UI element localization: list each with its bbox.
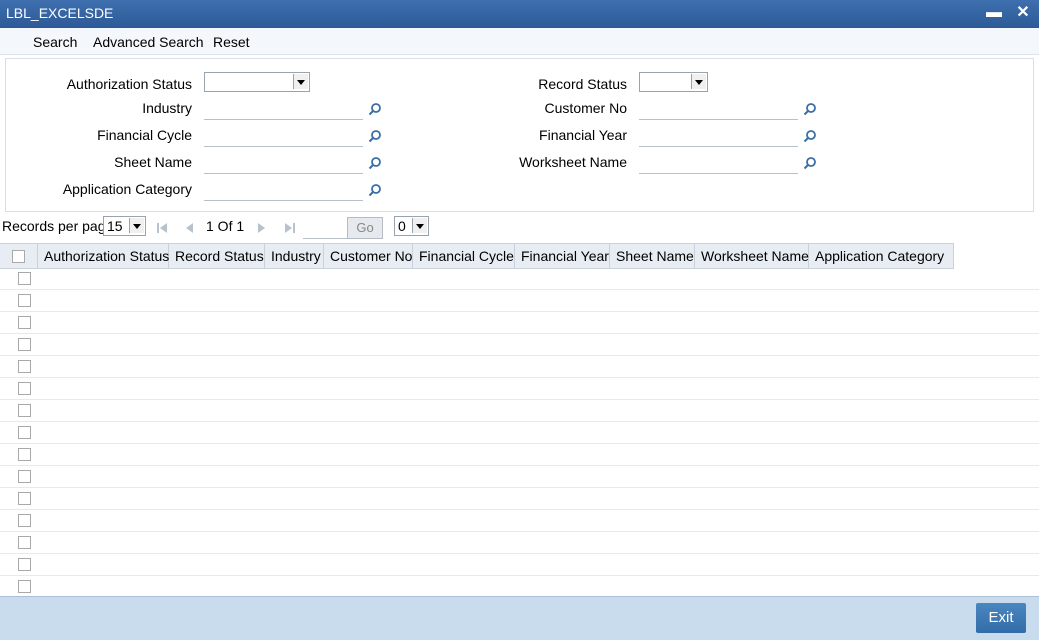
sheet-name-field[interactable]	[204, 151, 363, 174]
authorization-status-label: Authorization Status	[66, 76, 192, 92]
row-checkbox[interactable]	[18, 360, 31, 373]
row-checkbox[interactable]	[18, 272, 31, 285]
pagination-bar: Records per page 15 1 Of 1 Go 0	[0, 214, 1039, 240]
row-checkbox[interactable]	[18, 426, 31, 439]
financial-year-lookup-icon[interactable]	[803, 129, 817, 143]
last-page-icon[interactable]	[284, 222, 296, 234]
column-header[interactable]: Industry	[265, 244, 324, 268]
close-icon[interactable]: ✕	[1013, 3, 1033, 23]
goto-page-field[interactable]	[303, 216, 347, 239]
results-table: Authorization Status Record Status Indus…	[0, 243, 1039, 598]
table-row[interactable]	[0, 553, 1039, 576]
row-checkbox[interactable]	[18, 316, 31, 329]
page-indicator: 1 Of 1	[206, 218, 245, 234]
customer-no-label: Customer No	[544, 100, 627, 116]
records-per-page-select[interactable]: 15	[103, 216, 146, 236]
financial-cycle-lookup-icon[interactable]	[368, 129, 382, 143]
table-header: Authorization Status Record Status Indus…	[0, 243, 954, 269]
window-title: LBL_EXCELSDE	[6, 5, 114, 21]
row-checkbox[interactable]	[18, 558, 31, 571]
table-row[interactable]	[0, 421, 1039, 444]
row-checkbox[interactable]	[18, 382, 31, 395]
column-header[interactable]: Customer No	[324, 244, 413, 268]
previous-page-icon[interactable]	[184, 222, 194, 234]
row-checkbox[interactable]	[18, 580, 31, 593]
toolbar: Search Advanced Search Reset	[0, 28, 1039, 55]
search-criteria-panel: Authorization Status Industry Financial …	[5, 58, 1034, 212]
column-header[interactable]: Sheet Name	[610, 244, 695, 268]
industry-lookup-icon[interactable]	[368, 102, 382, 116]
industry-field[interactable]	[204, 97, 363, 120]
search-button[interactable]: Search	[33, 34, 77, 50]
footer-bar: Exit	[0, 596, 1039, 640]
financial-year-label: Financial Year	[539, 127, 627, 143]
application-category-label: Application Category	[62, 181, 192, 197]
window-titlebar: LBL_EXCELSDE ▬ ✕	[0, 0, 1039, 28]
industry-label: Industry	[142, 100, 192, 116]
record-status-select[interactable]	[639, 72, 708, 92]
next-page-icon[interactable]	[257, 222, 267, 234]
table-row[interactable]	[0, 355, 1039, 378]
table-row[interactable]	[0, 443, 1039, 466]
go-button[interactable]: Go	[347, 217, 383, 239]
column-header[interactable]: Financial Year	[515, 244, 610, 268]
table-row[interactable]	[0, 267, 1039, 290]
worksheet-name-label: Worksheet Name	[519, 154, 627, 170]
records-per-page-value: 15	[107, 218, 123, 234]
records-per-page-label: Records per page	[2, 218, 114, 234]
row-checkbox[interactable]	[18, 338, 31, 351]
table-row[interactable]	[0, 575, 1039, 598]
financial-cycle-field[interactable]	[204, 124, 363, 147]
select-all-checkbox[interactable]	[12, 250, 25, 263]
table-row[interactable]	[0, 311, 1039, 334]
table-row[interactable]	[0, 531, 1039, 554]
column-header[interactable]: Financial Cycle	[413, 244, 515, 268]
table-row[interactable]	[0, 333, 1039, 356]
row-checkbox[interactable]	[18, 294, 31, 307]
chevron-down-icon	[412, 218, 427, 233]
financial-cycle-label: Financial Cycle	[97, 127, 192, 143]
table-row[interactable]	[0, 465, 1039, 488]
row-checkbox[interactable]	[18, 514, 31, 527]
chevron-down-icon	[691, 74, 706, 89]
row-checkbox[interactable]	[18, 492, 31, 505]
select-all-cell	[0, 244, 38, 268]
financial-year-field[interactable]	[639, 124, 798, 147]
table-row[interactable]	[0, 377, 1039, 400]
worksheet-name-lookup-icon[interactable]	[803, 156, 817, 170]
chevron-down-icon	[293, 74, 308, 89]
sheet-name-label: Sheet Name	[114, 154, 192, 170]
column-header[interactable]: Authorization Status	[38, 244, 169, 268]
sheet-name-lookup-icon[interactable]	[368, 156, 382, 170]
chevron-down-icon	[129, 218, 144, 233]
row-checkbox[interactable]	[18, 470, 31, 483]
application-category-lookup-icon[interactable]	[368, 183, 382, 197]
worksheet-name-field[interactable]	[639, 151, 798, 174]
application-category-field[interactable]	[204, 178, 363, 201]
record-status-label: Record Status	[538, 76, 627, 92]
table-row[interactable]	[0, 289, 1039, 312]
row-checkbox[interactable]	[18, 448, 31, 461]
first-page-icon[interactable]	[156, 222, 168, 234]
page-select-value: 0	[398, 218, 406, 234]
table-row[interactable]	[0, 509, 1039, 532]
customer-no-field[interactable]	[639, 97, 798, 120]
page-select[interactable]: 0	[394, 216, 429, 236]
exit-button[interactable]: Exit	[976, 603, 1026, 633]
authorization-status-select[interactable]	[204, 72, 310, 92]
minimize-icon[interactable]: ▬	[984, 3, 1004, 23]
table-row[interactable]	[0, 399, 1039, 422]
row-checkbox[interactable]	[18, 404, 31, 417]
reset-button[interactable]: Reset	[213, 34, 250, 50]
column-header[interactable]: Record Status	[169, 244, 265, 268]
advanced-search-button[interactable]: Advanced Search	[93, 34, 204, 50]
table-row[interactable]	[0, 487, 1039, 510]
customer-no-lookup-icon[interactable]	[803, 102, 817, 116]
column-header[interactable]: Application Category	[809, 244, 954, 268]
column-header[interactable]: Worksheet Name	[695, 244, 809, 268]
row-checkbox[interactable]	[18, 536, 31, 549]
